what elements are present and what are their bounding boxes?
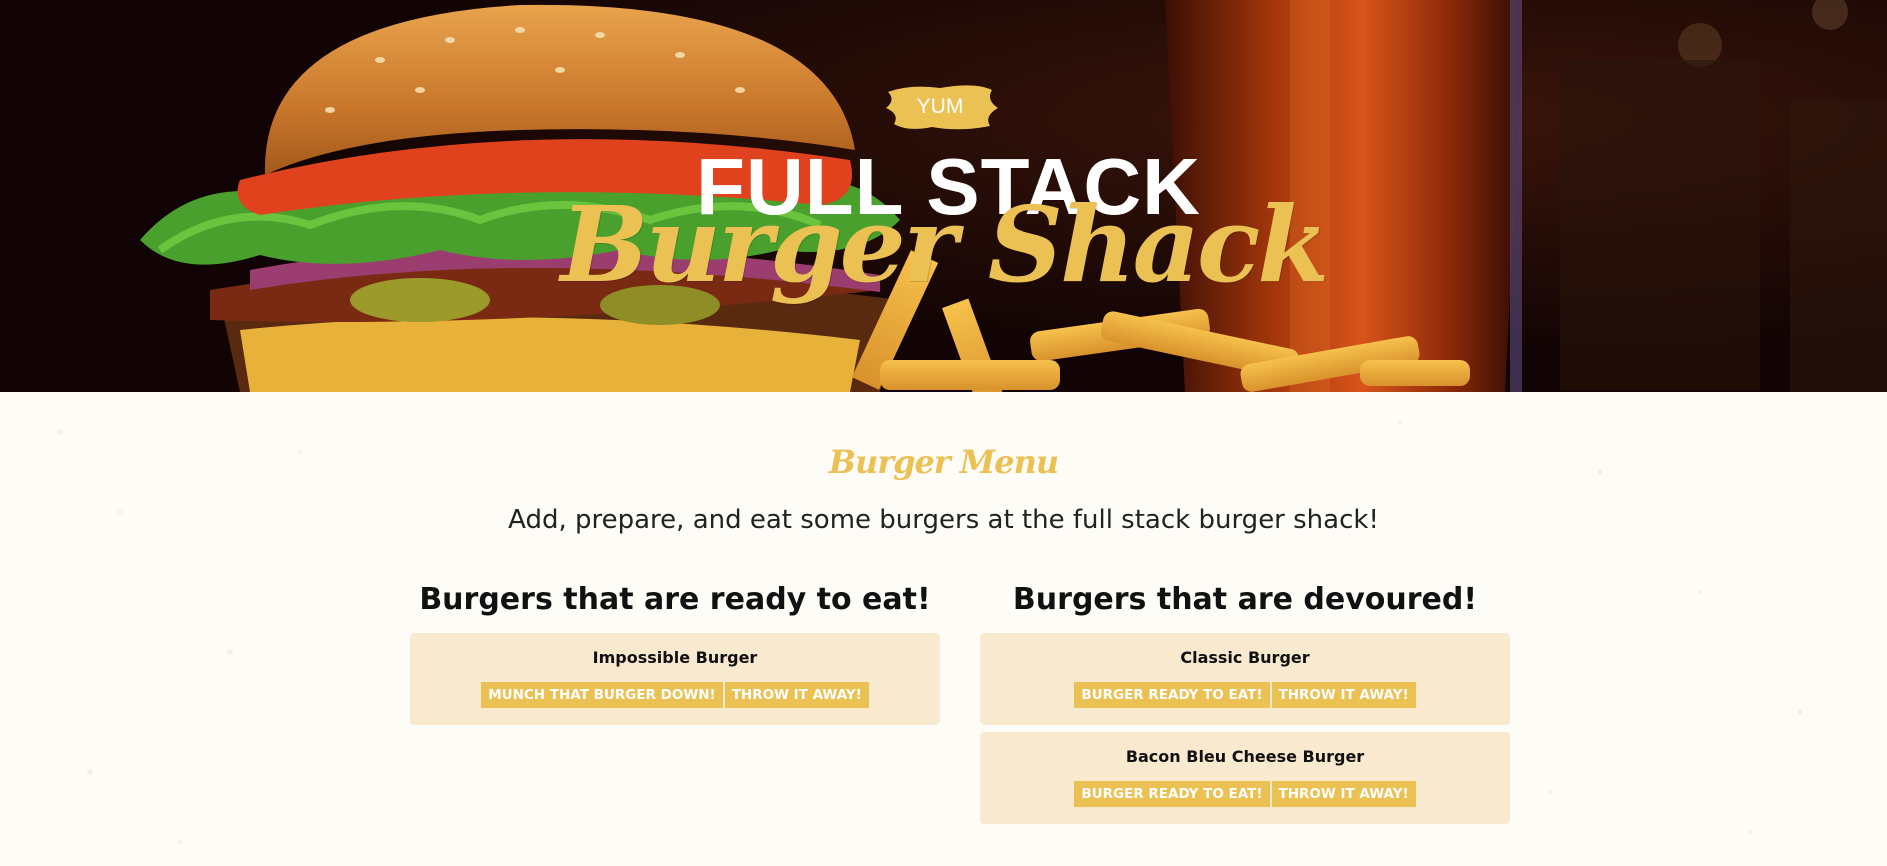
site-title-burger-shack: Burger Shack <box>560 183 1330 306</box>
devoured-heading: Burgers that are devoured! <box>1012 582 1478 617</box>
burger-card: Classic Burger BURGER READY TO EAT! THRO… <box>980 633 1510 725</box>
burger-card: Bacon Bleu Cheese Burger BURGER READY TO… <box>980 732 1510 824</box>
menu-title: Burger Menu <box>828 443 1059 481</box>
throw-away-button[interactable]: THROW IT AWAY! <box>724 682 869 708</box>
burger-menu-section: Burger Menu Add, prepare, and eat some b… <box>0 392 1887 866</box>
yum-badge-label: YUM <box>916 95 964 118</box>
ready-to-eat-heading: Burgers that are ready to eat! <box>419 582 931 617</box>
yum-badge: YUM <box>880 82 1000 132</box>
burger-actions: BURGER READY TO EAT! THROW IT AWAY! <box>980 682 1510 708</box>
burger-ready-button[interactable]: BURGER READY TO EAT! <box>1074 781 1270 807</box>
hero-banner: YUM FULL STACK Burger Shack <box>0 0 1887 392</box>
munch-burger-button[interactable]: MUNCH THAT BURGER DOWN! <box>481 682 723 708</box>
ready-to-eat-column: Burgers that are ready to eat! Impossibl… <box>410 582 940 732</box>
burger-actions: MUNCH THAT BURGER DOWN! THROW IT AWAY! <box>410 682 940 708</box>
menu-subtitle: Add, prepare, and eat some burgers at th… <box>508 505 1379 535</box>
burger-ready-button[interactable]: BURGER READY TO EAT! <box>1074 682 1270 708</box>
hero-titles: YUM FULL STACK Burger Shack <box>0 0 1887 392</box>
devoured-column: Burgers that are devoured! Classic Burge… <box>980 582 1510 831</box>
burger-card: Impossible Burger MUNCH THAT BURGER DOWN… <box>410 633 940 725</box>
burger-name: Classic Burger <box>1180 648 1310 667</box>
burger-name: Bacon Bleu Cheese Burger <box>1125 747 1365 766</box>
burger-name: Impossible Burger <box>592 648 758 667</box>
burger-actions: BURGER READY TO EAT! THROW IT AWAY! <box>980 781 1510 807</box>
throw-away-button[interactable]: THROW IT AWAY! <box>1271 682 1416 708</box>
throw-away-button[interactable]: THROW IT AWAY! <box>1271 781 1416 807</box>
